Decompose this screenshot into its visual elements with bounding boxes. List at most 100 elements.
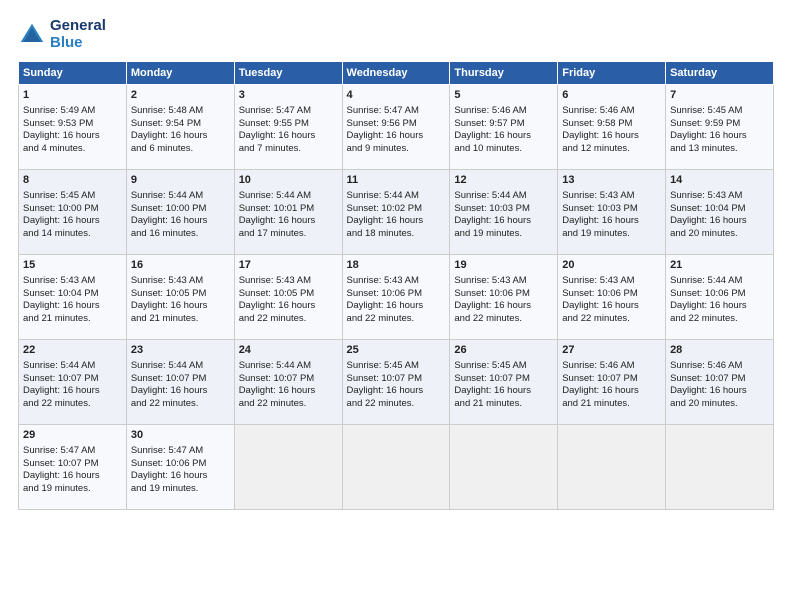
calendar-cell: 6Sunrise: 5:46 AMSunset: 9:58 PMDaylight…	[558, 85, 666, 170]
day-info: Sunset: 10:00 PM	[23, 203, 122, 216]
calendar-cell: 19Sunrise: 5:43 AMSunset: 10:06 PMDaylig…	[450, 255, 558, 340]
day-info: Sunset: 9:54 PM	[131, 118, 230, 131]
day-info: Daylight: 16 hours	[131, 215, 230, 228]
day-info: Sunrise: 5:46 AM	[454, 105, 553, 118]
calendar-cell: 14Sunrise: 5:43 AMSunset: 10:04 PMDaylig…	[666, 170, 774, 255]
day-info: Sunrise: 5:44 AM	[347, 190, 446, 203]
day-info: Sunrise: 5:47 AM	[239, 105, 338, 118]
day-info: Sunset: 10:07 PM	[131, 373, 230, 386]
day-number: 25	[347, 343, 446, 358]
day-number: 7	[670, 88, 769, 103]
day-info: Sunrise: 5:43 AM	[131, 275, 230, 288]
day-info: and 9 minutes.	[347, 143, 446, 156]
day-info: Sunset: 10:02 PM	[347, 203, 446, 216]
day-number: 1	[23, 88, 122, 103]
calendar-cell: 5Sunrise: 5:46 AMSunset: 9:57 PMDaylight…	[450, 85, 558, 170]
day-info: Daylight: 16 hours	[454, 300, 553, 313]
calendar-cell: 3Sunrise: 5:47 AMSunset: 9:55 PMDaylight…	[234, 85, 342, 170]
day-info: Daylight: 16 hours	[347, 385, 446, 398]
calendar-cell: 22Sunrise: 5:44 AMSunset: 10:07 PMDaylig…	[19, 340, 127, 425]
day-info: Sunrise: 5:45 AM	[23, 190, 122, 203]
day-number: 13	[562, 173, 661, 188]
day-info: Daylight: 16 hours	[670, 300, 769, 313]
day-info: Sunset: 10:07 PM	[239, 373, 338, 386]
day-info: and 22 minutes.	[239, 398, 338, 411]
calendar-cell: 11 Sunrise: 5:44 AMSunset: 10:02 PMDaylig…	[342, 170, 450, 255]
day-info: Sunset: 10:06 PM	[347, 288, 446, 301]
calendar-cell: 21Sunrise: 5:44 AMSunset: 10:06 PMDaylig…	[666, 255, 774, 340]
day-number: 21	[670, 258, 769, 273]
day-number: 12	[454, 173, 553, 188]
col-wednesday: Wednesday	[342, 62, 450, 85]
day-number: 20	[562, 258, 661, 273]
day-info: and 22 minutes.	[239, 313, 338, 326]
day-info: and 19 minutes.	[131, 483, 230, 496]
day-info: Sunset: 10:07 PM	[23, 373, 122, 386]
day-info: Daylight: 16 hours	[23, 470, 122, 483]
day-info: and 10 minutes.	[454, 143, 553, 156]
day-info: Daylight: 16 hours	[670, 215, 769, 228]
day-info: Sunrise: 5:44 AM	[131, 190, 230, 203]
day-number: 11	[347, 173, 446, 188]
calendar-cell: 23Sunrise: 5:44 AMSunset: 10:07 PMDaylig…	[126, 340, 234, 425]
day-info: and 21 minutes.	[131, 313, 230, 326]
day-info: Sunset: 10:03 PM	[562, 203, 661, 216]
calendar-cell	[558, 425, 666, 510]
day-info: Daylight: 16 hours	[347, 215, 446, 228]
day-info: and 20 minutes.	[670, 398, 769, 411]
day-info: Sunset: 10:01 PM	[239, 203, 338, 216]
day-info: Sunset: 9:59 PM	[670, 118, 769, 131]
day-info: Daylight: 16 hours	[239, 300, 338, 313]
day-info: Daylight: 16 hours	[454, 215, 553, 228]
day-info: Sunrise: 5:45 AM	[454, 360, 553, 373]
calendar-table: Sunday Monday Tuesday Wednesday Thursday…	[18, 61, 774, 510]
calendar-cell: 2Sunrise: 5:48 AMSunset: 9:54 PMDaylight…	[126, 85, 234, 170]
calendar-row: 22Sunrise: 5:44 AMSunset: 10:07 PMDaylig…	[19, 340, 774, 425]
day-info: Daylight: 16 hours	[131, 470, 230, 483]
day-info: Daylight: 16 hours	[562, 385, 661, 398]
day-info: and 22 minutes.	[670, 313, 769, 326]
day-info: Sunrise: 5:43 AM	[562, 275, 661, 288]
day-info: Sunset: 10:06 PM	[562, 288, 661, 301]
day-info: Daylight: 16 hours	[347, 130, 446, 143]
day-info: Daylight: 16 hours	[23, 215, 122, 228]
calendar-cell	[666, 425, 774, 510]
day-number: 18	[347, 258, 446, 273]
calendar-cell: 25Sunrise: 5:45 AMSunset: 10:07 PMDaylig…	[342, 340, 450, 425]
day-info: Daylight: 16 hours	[347, 300, 446, 313]
day-info: Sunrise: 5:45 AM	[347, 360, 446, 373]
logo-text: General Blue	[50, 18, 106, 51]
col-sunday: Sunday	[19, 62, 127, 85]
day-info: Sunset: 10:06 PM	[131, 458, 230, 471]
day-info: and 20 minutes.	[670, 228, 769, 241]
day-info: Sunrise: 5:47 AM	[131, 445, 230, 458]
day-number: 5	[454, 88, 553, 103]
day-info: Sunrise: 5:43 AM	[454, 275, 553, 288]
day-number: 2	[131, 88, 230, 103]
day-number: 29	[23, 428, 122, 443]
day-info: Daylight: 16 hours	[670, 385, 769, 398]
day-number: 8	[23, 173, 122, 188]
day-info: and 22 minutes.	[562, 313, 661, 326]
calendar-cell: 8 Sunrise: 5:45 AMSunset: 10:00 PMDayligh…	[19, 170, 127, 255]
calendar-cell: 12Sunrise: 5:44 AMSunset: 10:03 PMDaylig…	[450, 170, 558, 255]
day-number: 10	[239, 173, 338, 188]
day-number: 22	[23, 343, 122, 358]
day-info: and 22 minutes.	[454, 313, 553, 326]
day-info: Daylight: 16 hours	[562, 215, 661, 228]
day-info: Daylight: 16 hours	[23, 385, 122, 398]
day-number: 28	[670, 343, 769, 358]
page: General Blue Sunday Monday Tuesday Wedne…	[0, 0, 792, 612]
day-number: 15	[23, 258, 122, 273]
calendar-cell: 28Sunrise: 5:46 AMSunset: 10:07 PMDaylig…	[666, 340, 774, 425]
calendar-cell: 10Sunrise: 5:44 AMSunset: 10:01 PMDaylig…	[234, 170, 342, 255]
day-info: Sunrise: 5:43 AM	[239, 275, 338, 288]
calendar-cell: 18Sunrise: 5:43 AMSunset: 10:06 PMDaylig…	[342, 255, 450, 340]
calendar-cell: 4Sunrise: 5:47 AMSunset: 9:56 PMDaylight…	[342, 85, 450, 170]
day-info: Sunrise: 5:49 AM	[23, 105, 122, 118]
calendar-cell: 16Sunrise: 5:43 AMSunset: 10:05 PMDaylig…	[126, 255, 234, 340]
day-info: and 22 minutes.	[23, 398, 122, 411]
day-info: Daylight: 16 hours	[454, 130, 553, 143]
day-info: and 19 minutes.	[562, 228, 661, 241]
day-info: Sunrise: 5:44 AM	[239, 190, 338, 203]
